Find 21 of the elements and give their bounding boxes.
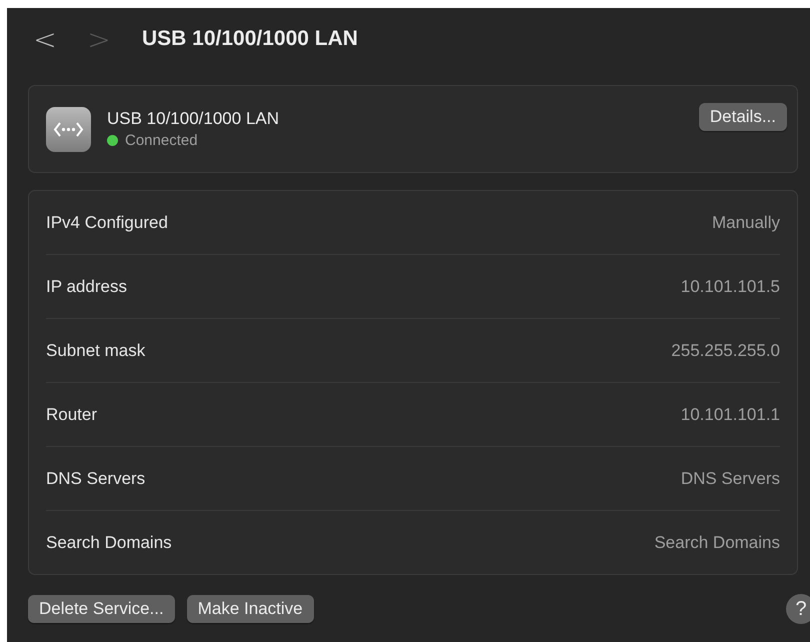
network-icon xyxy=(46,106,91,152)
help-button[interactable]: ? xyxy=(786,594,810,624)
action-button[interactable]: Make Inactive xyxy=(186,595,314,623)
setting-value: DNS Servers xyxy=(680,468,780,488)
service-name: USB 10/100/1000 LAN xyxy=(107,109,280,129)
back-button[interactable]: < xyxy=(28,22,62,56)
setting-value: Search Domains xyxy=(654,532,780,552)
page-title: USB 10/100/1000 LAN xyxy=(142,27,358,51)
setting-label: IPv4 Configured xyxy=(46,212,168,232)
setting-value: 10.101.101.1 xyxy=(680,404,780,424)
details-button[interactable]: Details... xyxy=(698,103,787,131)
setting-value: 255.255.255.0 xyxy=(671,340,780,360)
setting-value: 10.101.101.5 xyxy=(680,276,780,296)
setting-label: Subnet mask xyxy=(46,340,146,360)
setting-label: IP address xyxy=(46,276,127,296)
status-text: Connected xyxy=(125,132,198,149)
setting-label: DNS Servers xyxy=(46,468,146,488)
setting-value: Manually xyxy=(712,212,780,232)
action-button[interactable]: Delete Service... xyxy=(28,595,175,623)
setting-label: Search Domains xyxy=(46,532,172,552)
setting-label: Router xyxy=(46,404,98,424)
